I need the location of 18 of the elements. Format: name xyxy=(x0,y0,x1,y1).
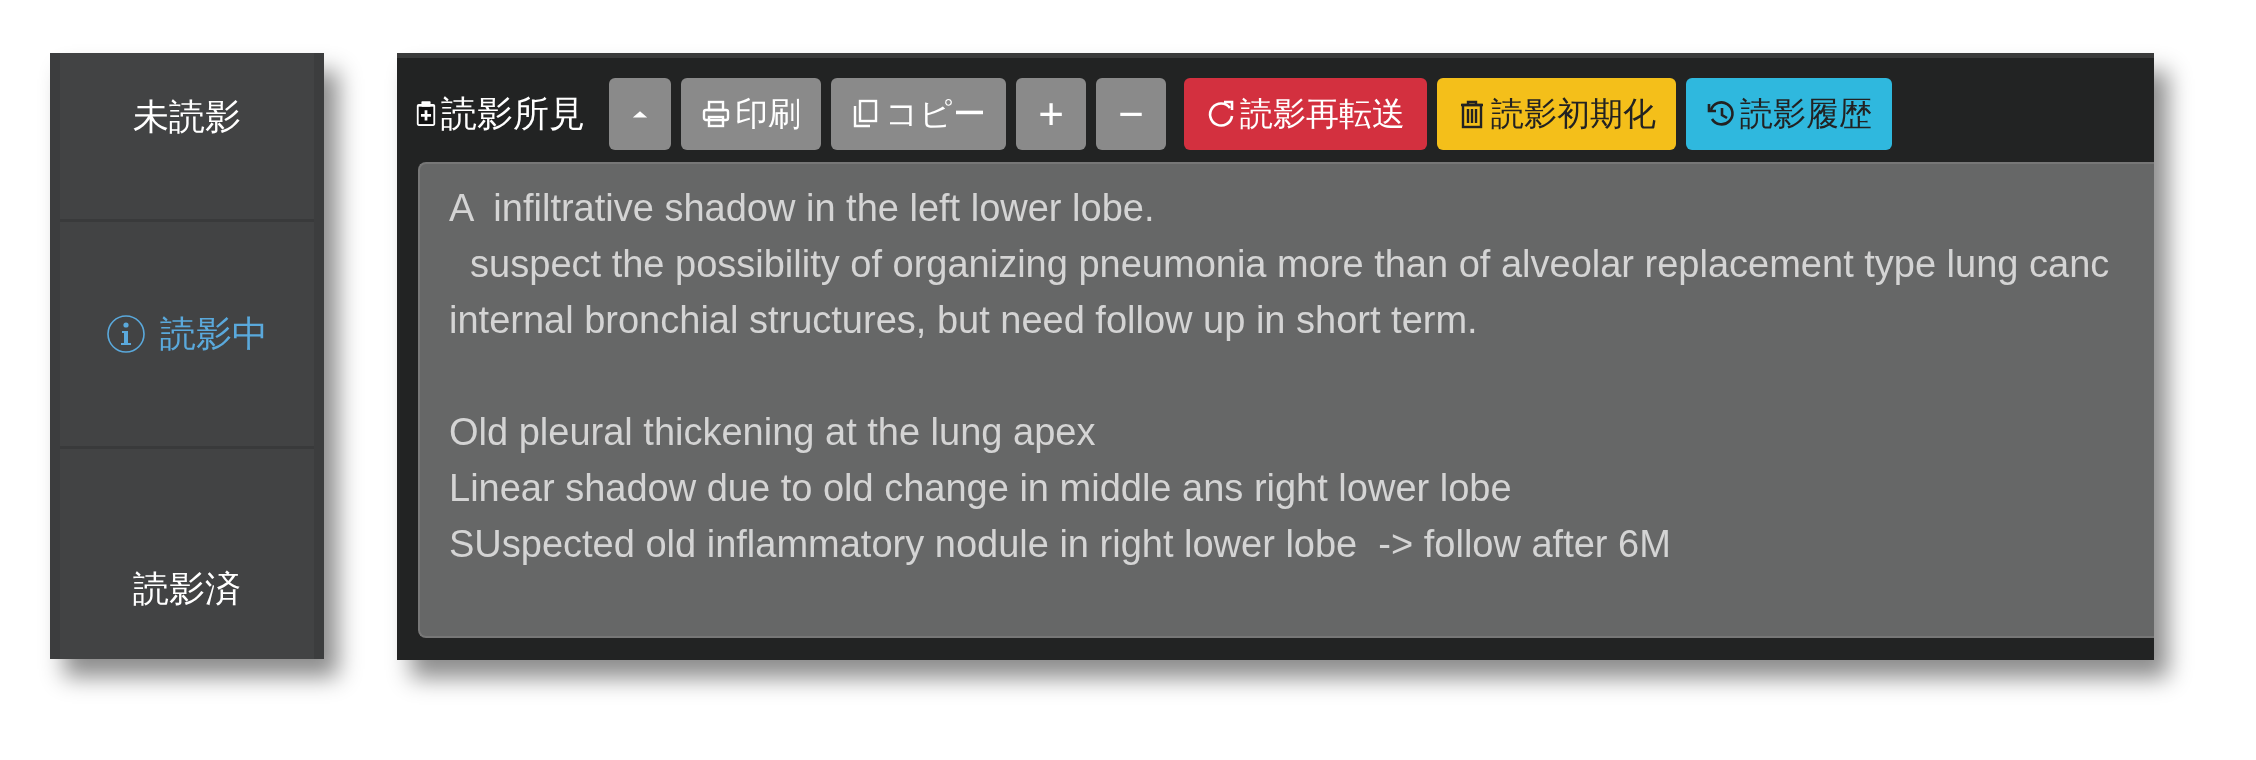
plus-button[interactable]: + xyxy=(1016,78,1086,150)
history-button[interactable]: 読影履歴 xyxy=(1686,78,1892,150)
print-button[interactable]: 印刷 xyxy=(681,78,821,150)
info-icon xyxy=(106,314,146,354)
clipboard-icon xyxy=(415,100,437,128)
section-title: 読影所見 xyxy=(441,91,585,136)
minus-button[interactable]: − xyxy=(1096,78,1166,150)
status-tab[interactable]: 読影中 xyxy=(60,222,314,449)
copy-button[interactable]: コピー xyxy=(831,78,1006,150)
reload-icon xyxy=(1206,99,1236,129)
history-icon xyxy=(1706,99,1736,129)
reset-button[interactable]: 読影初期化 xyxy=(1437,78,1676,150)
collapse-button[interactable] xyxy=(609,78,671,150)
report-text-field[interactable]: A infiltrative shadow in the left lower lobe. suspect the possibility of organizing pneumonia more than of alveolar replacement type lung canc internal bronchial structures, but need follow up in short term. Old pleural thickening at the lung apex Linear shadow due to old change in middle ans right lower lobe SUspected old inflammatory nodule in right lower lobe -> follow after 6M xyxy=(418,162,2154,638)
status-tab[interactable]: 読影済 xyxy=(60,449,314,659)
status-tab[interactable]: 未読影 xyxy=(60,53,314,222)
resend-button[interactable]: 読影再転送 xyxy=(1184,78,1427,150)
printer-icon xyxy=(701,99,731,129)
